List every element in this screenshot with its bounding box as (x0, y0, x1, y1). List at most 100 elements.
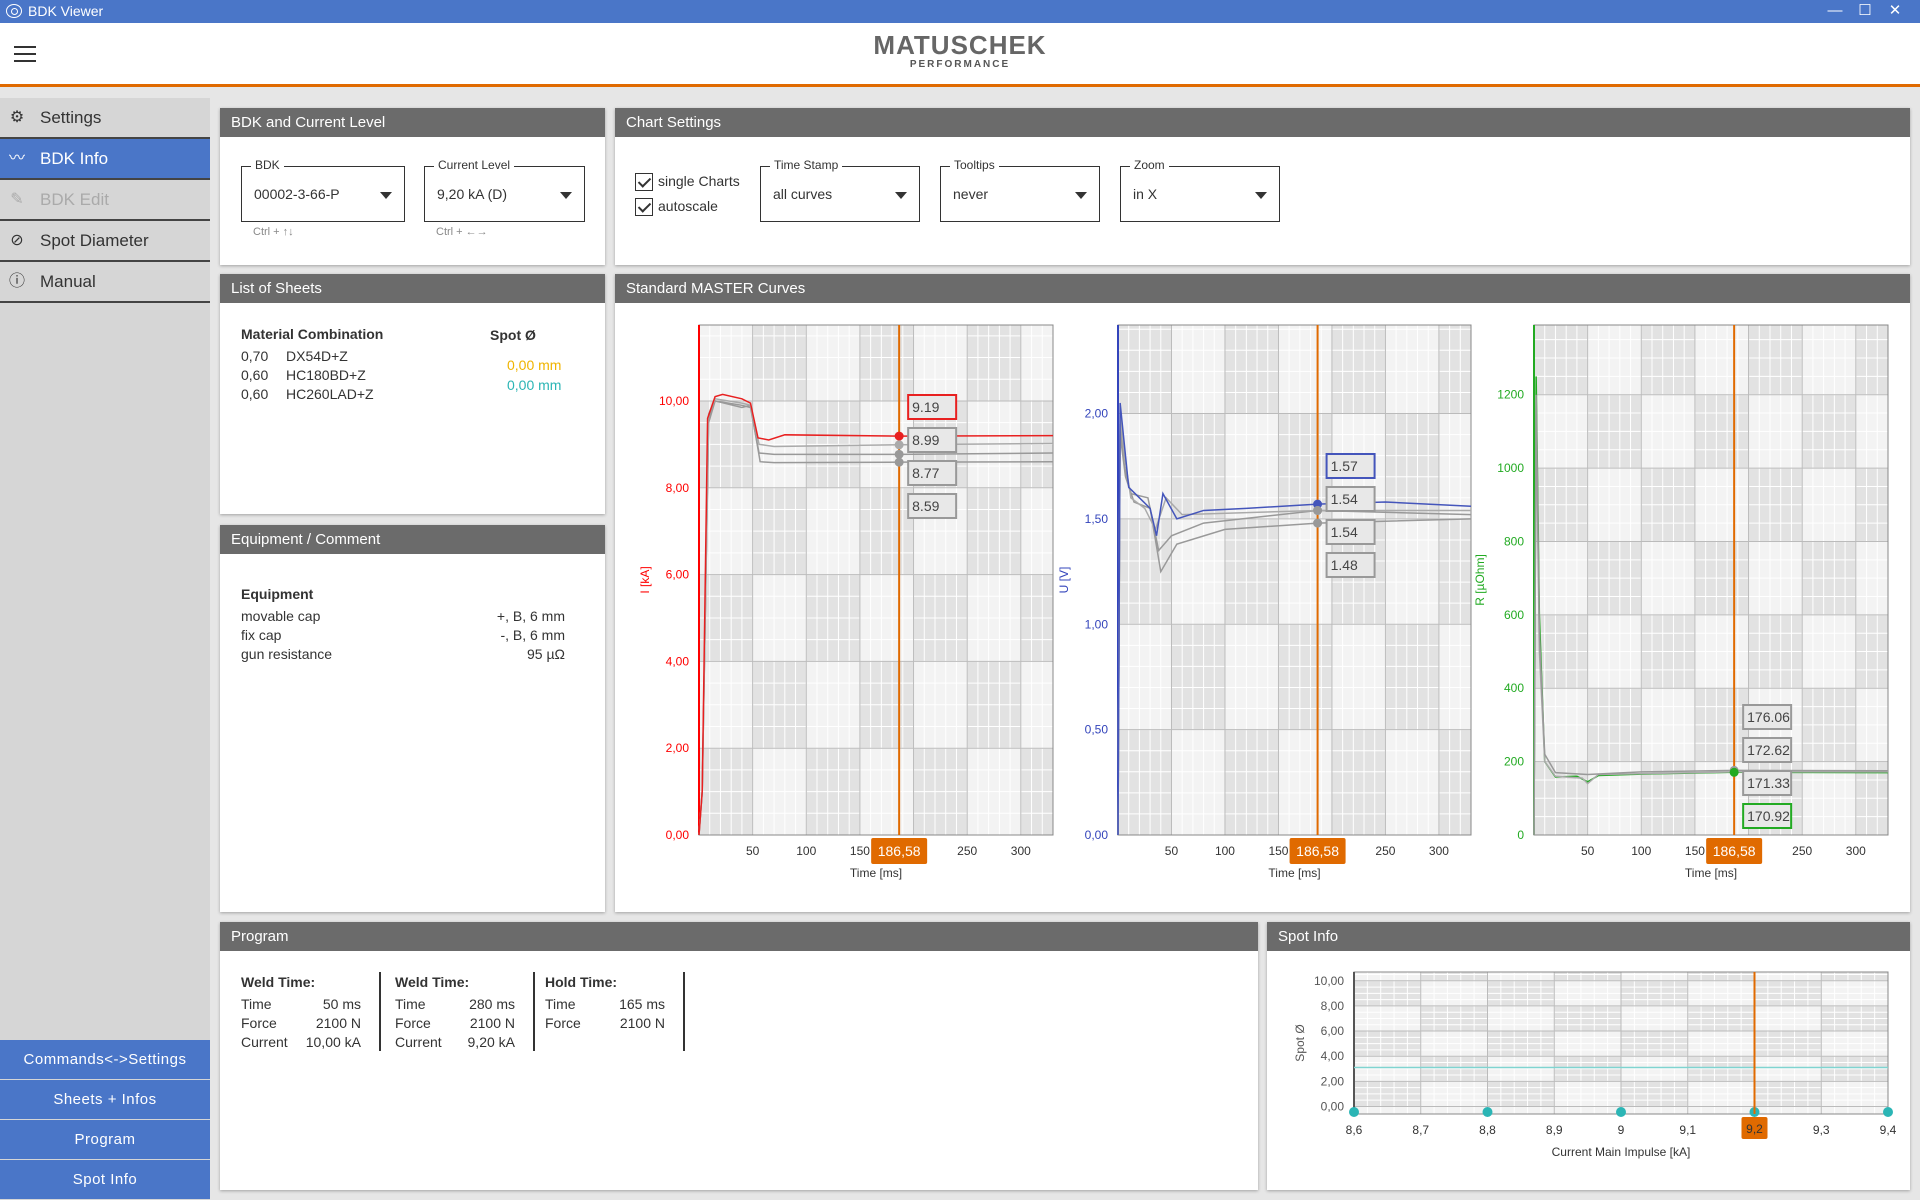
plot-band (1855, 325, 1888, 395)
y-tick-label: 6,00 (666, 568, 690, 582)
x-tick-label: 100 (1631, 844, 1651, 858)
y-tick-label: 2,00 (666, 741, 690, 755)
program-param-value: 9,20 kA (467, 1034, 515, 1050)
program-param-label: Current (395, 1034, 442, 1050)
x-tick-label: 50 (1165, 844, 1179, 858)
x-tick-label: 150 (1268, 844, 1288, 858)
x-tick-label: 300 (1429, 844, 1449, 858)
chart-2: 0 200 400 600 800 1000 1200 50 100 150 250 300 Time … (1473, 324, 1889, 880)
y-tick-label: 10,00 (659, 394, 689, 408)
program-panel: Program Weld Time: Time 50 ms Force 2100 N Cu… (220, 922, 1258, 1190)
cursor-marker (894, 449, 904, 459)
x-tick-label: 300 (1846, 844, 1866, 858)
x-tick-label: 250 (1792, 844, 1812, 858)
program-param-value: 2100 N (619, 1015, 665, 1031)
y-tick-label: 0,00 (666, 828, 690, 842)
plot-band (1278, 624, 1332, 730)
program-param-label: Force (241, 1015, 277, 1031)
value-tooltip-text: 171.33 (1747, 775, 1790, 791)
x-tick-label: 50 (746, 844, 760, 858)
value-tooltip-text: 1.54 (1331, 524, 1358, 540)
program-param-label: Force (545, 1015, 581, 1031)
program-param-label: Time (241, 996, 272, 1012)
value-tooltip-text: 8.59 (912, 498, 939, 514)
y-tick-label: 200 (1504, 755, 1524, 769)
cursor-label: 186,58 (1296, 843, 1339, 859)
plot-band (1438, 518, 1471, 625)
chart-0: 0,00 2,00 4,00 6,00 8,00 10,00 50 100 150 250 300 T… (638, 324, 1054, 880)
plot-band (1438, 325, 1471, 414)
x-tick-label: 50 (1581, 844, 1595, 858)
y-tick-label: 800 (1504, 534, 1524, 548)
y-tick-label: 1200 (1497, 388, 1524, 402)
chart-1: 0,00 0,50 1,00 1,50 2,00 50 100 150 250 300 Time [… (1057, 324, 1472, 880)
x-tick-label: 150 (850, 844, 870, 858)
value-tooltip-text: 1.54 (1331, 491, 1358, 507)
plot-band (1438, 729, 1471, 835)
x-tick-label: 300 (1011, 844, 1031, 858)
plot-band (967, 325, 1021, 401)
cursor-marker (894, 440, 904, 450)
program-param-value: 2100 N (469, 1015, 515, 1031)
y-tick-label: 0,50 (1085, 723, 1109, 737)
y-tick-label: 1,00 (1085, 617, 1109, 631)
y-tick-label: 4,00 (666, 654, 690, 668)
plot-band (1171, 624, 1225, 730)
program-param-value: 50 ms (322, 996, 361, 1012)
value-tooltip-text: 1.48 (1331, 557, 1358, 573)
value-tooltip-text: 8.99 (912, 432, 939, 448)
program-block-title: Weld Time: (241, 974, 316, 990)
program-param-value: 280 ms (469, 996, 515, 1012)
x-tick-label: 100 (1215, 844, 1235, 858)
y-tick-label: 1,50 (1085, 512, 1109, 526)
program-param-label: Current (241, 1034, 288, 1050)
program-param-label: Force (395, 1015, 431, 1031)
value-tooltip-text: 1.57 (1331, 458, 1358, 474)
cursor-marker (1313, 505, 1323, 515)
x-axis-label: Time [ms] (1268, 866, 1320, 880)
plot-band (1224, 729, 1279, 835)
program-param-label: Time (395, 996, 426, 1012)
y-tick-label: 2,00 (1085, 407, 1109, 421)
plot-band (1118, 729, 1172, 835)
program-param-value: 2100 N (315, 1015, 361, 1031)
plot-band (1224, 518, 1279, 625)
y-axis-label: U [V] (1057, 567, 1071, 594)
plot-band (1748, 325, 1803, 395)
cursor-marker (894, 457, 904, 467)
x-tick-label: 250 (957, 844, 977, 858)
y-axis-label: I [kA] (638, 566, 652, 593)
value-tooltip-text: 8.77 (912, 465, 939, 481)
plot-band (859, 325, 914, 401)
y-tick-label: 8,00 (666, 481, 690, 495)
panel-title: Spot Info (1267, 922, 1910, 951)
plot-band (1385, 624, 1439, 730)
y-tick-label: 400 (1504, 681, 1524, 695)
y-tick-label: 1000 (1497, 461, 1524, 475)
y-tick-label: 0,00 (1085, 828, 1109, 842)
x-tick-label: 250 (1375, 844, 1395, 858)
x-tick-label: 100 (796, 844, 816, 858)
cursor-marker (894, 431, 904, 441)
block-divider (379, 972, 381, 1051)
x-axis-label: Time [ms] (1685, 866, 1737, 880)
cursor-marker (1313, 518, 1323, 528)
y-tick-label: 600 (1504, 608, 1524, 622)
plot-band (1171, 413, 1225, 519)
value-tooltip-text: 9.19 (912, 399, 939, 415)
plot-band (1224, 325, 1279, 414)
plot-band (1534, 325, 1588, 395)
y-tick-label: 0 (1517, 828, 1524, 842)
cursor-label: 186,58 (878, 843, 921, 859)
y-axis-label: R [µOhm] (1473, 554, 1487, 606)
cursor-label: 186,58 (1713, 843, 1756, 859)
cursor-marker (1729, 767, 1739, 777)
plot-band (752, 325, 807, 401)
plot-band (1278, 413, 1332, 519)
program-block-title: Hold Time: (545, 974, 618, 990)
block-divider (533, 972, 535, 1051)
value-tooltip-text: 176.06 (1747, 709, 1790, 725)
program-block-title: Weld Time: (395, 974, 470, 990)
x-axis-label: Time [ms] (850, 866, 902, 880)
program-param-label: Time (545, 996, 576, 1012)
